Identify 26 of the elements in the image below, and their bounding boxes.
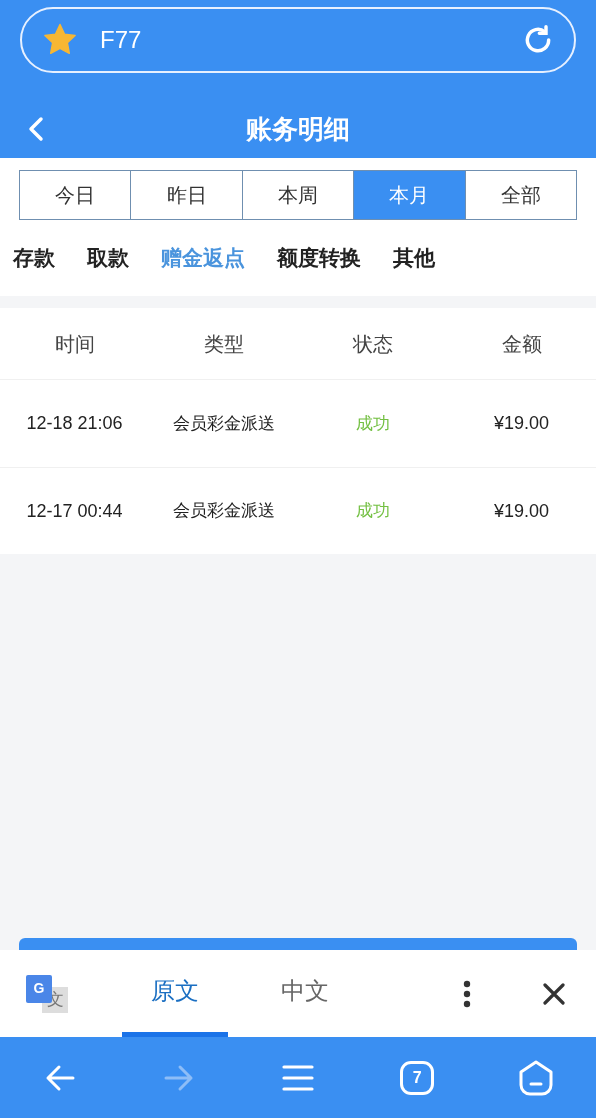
status-cell-text: 成功	[355, 500, 390, 523]
status-cell-text: 成功	[355, 412, 390, 435]
menu-icon[interactable]	[282, 1063, 314, 1092]
language-tab[interactable]: 中文	[252, 950, 358, 1037]
back-icon[interactable]	[26, 115, 46, 143]
category-tab[interactable]: 取款	[87, 242, 129, 274]
time-cell-text: 12-17 00:44	[26, 499, 123, 523]
amount-cell-text: ¥19.00	[493, 412, 550, 435]
type-cell-text: 会员彩金派送	[172, 500, 275, 523]
column-header: 时间	[54, 331, 95, 357]
time-cell-text: 12-18 21:06	[26, 412, 123, 435]
column-header: 类型	[203, 331, 244, 357]
amount-cell-text: ¥19.00	[493, 499, 550, 523]
category-tab[interactable]: 额度转换	[277, 242, 361, 274]
home-icon[interactable]	[518, 1059, 555, 1096]
category-tab[interactable]: 其他	[393, 242, 435, 274]
star-icon[interactable]	[42, 23, 78, 57]
close-icon[interactable]	[543, 982, 565, 1005]
more-icon[interactable]	[462, 979, 472, 1008]
column-header: 状态	[352, 331, 393, 357]
page-title: 账务明细	[246, 112, 350, 146]
url-text: F77	[100, 25, 143, 55]
type-cell-text: 会员彩金派送	[172, 412, 275, 435]
category-tab[interactable]: 存款	[13, 242, 55, 274]
back-arrow-icon[interactable]	[44, 1063, 75, 1092]
column-header: 金额	[501, 331, 542, 357]
